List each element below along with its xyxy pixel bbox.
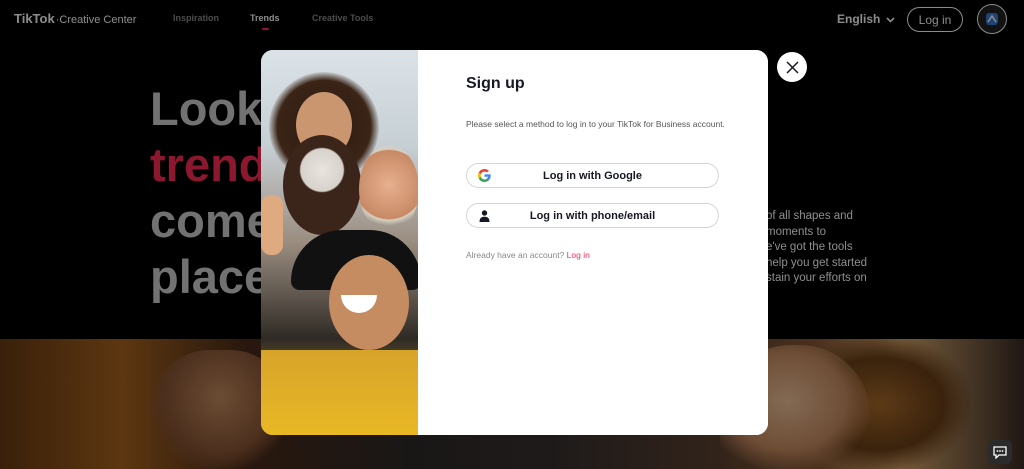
signup-modal: Sign up Please select a method to log in… [261, 50, 768, 435]
photo-face-shape [359, 145, 418, 233]
modal-description: Please select a method to log in to your… [466, 119, 725, 129]
person-icon [478, 209, 491, 222]
modal-title: Sign up [466, 75, 525, 92]
close-modal-button[interactable] [777, 52, 807, 82]
phone-email-login-button[interactable]: Log in with phone/email [466, 203, 719, 228]
modal-photo [261, 50, 418, 435]
google-login-button[interactable]: Log in with Google [466, 163, 719, 188]
modal-footer: Already have an account? Log in [466, 250, 590, 260]
chat-support-button[interactable] [988, 440, 1012, 464]
phone-email-login-label: Log in with phone/email [529, 209, 656, 222]
footer-login-link[interactable]: Log in [567, 250, 590, 260]
chat-icon [993, 445, 1007, 459]
footer-text: Already have an account? [466, 250, 565, 260]
modal-body: Sign up Please select a method to log in… [418, 50, 768, 435]
photo-hand-shape [261, 195, 283, 255]
google-icon [478, 169, 491, 182]
close-icon [785, 60, 799, 74]
photo-shirt-shape [261, 350, 418, 435]
photo-face-shape [283, 135, 361, 235]
google-login-label: Log in with Google [543, 169, 642, 182]
